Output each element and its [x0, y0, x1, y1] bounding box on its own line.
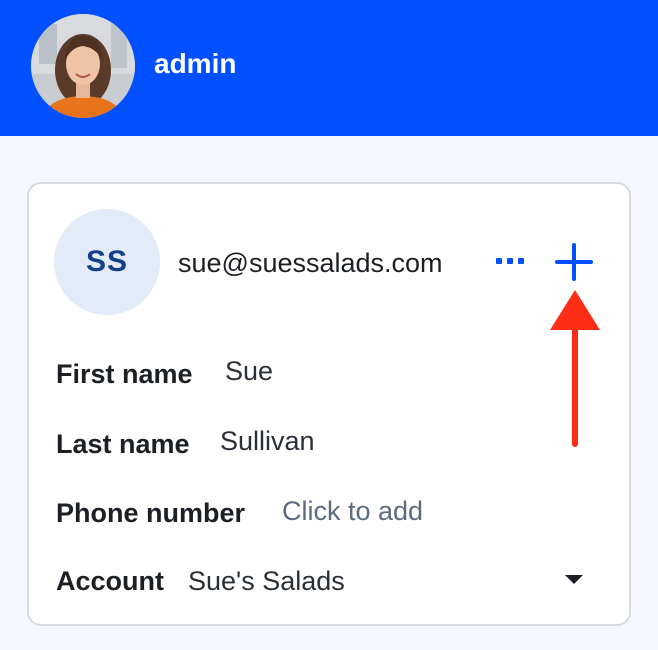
- user-avatar[interactable]: [31, 14, 135, 118]
- first-name-label: First name: [56, 359, 193, 389]
- top-header: admin: [0, 0, 658, 136]
- red-arrow-icon: [550, 290, 600, 447]
- phone-number-label: Phone number: [56, 498, 246, 528]
- contact-initials-avatar: SS: [54, 209, 160, 315]
- add-button[interactable]: [552, 240, 596, 284]
- account-label: Account: [56, 566, 164, 596]
- last-name-label: Last name: [56, 429, 190, 459]
- first-name-value[interactable]: Sue: [225, 354, 273, 388]
- plus-icon: [555, 243, 593, 281]
- user-photo-icon: [31, 14, 135, 118]
- more-options-button[interactable]: [490, 246, 530, 276]
- last-name-value[interactable]: Sullivan: [220, 424, 315, 458]
- caret-down-icon[interactable]: [565, 575, 583, 584]
- account-select-value[interactable]: Sue's Salads: [188, 564, 345, 598]
- contact-email: sue@suessalads.com: [178, 248, 443, 278]
- phone-number-add-link[interactable]: Click to add: [282, 494, 423, 528]
- ellipsis-icon: [496, 258, 502, 264]
- header-username: admin: [154, 48, 237, 79]
